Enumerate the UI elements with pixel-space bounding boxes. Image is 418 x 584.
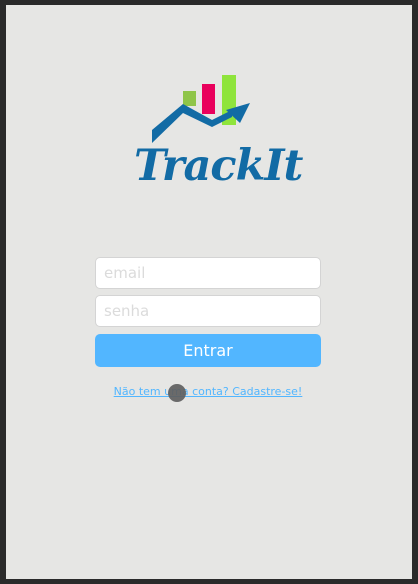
logo-wordmark: TrackIt [134, 141, 303, 191]
chart-house-logo-icon [152, 75, 250, 143]
password-input[interactable] [95, 295, 321, 327]
login-button[interactable]: Entrar [95, 334, 321, 367]
signup-link[interactable]: Não tem uma conta? Cadastre-se! [95, 385, 321, 398]
mouse-cursor-indicator [168, 384, 186, 402]
app-screen: TrackIt Entrar Não tem uma conta? Cadast… [6, 5, 412, 579]
email-input[interactable] [95, 257, 321, 289]
